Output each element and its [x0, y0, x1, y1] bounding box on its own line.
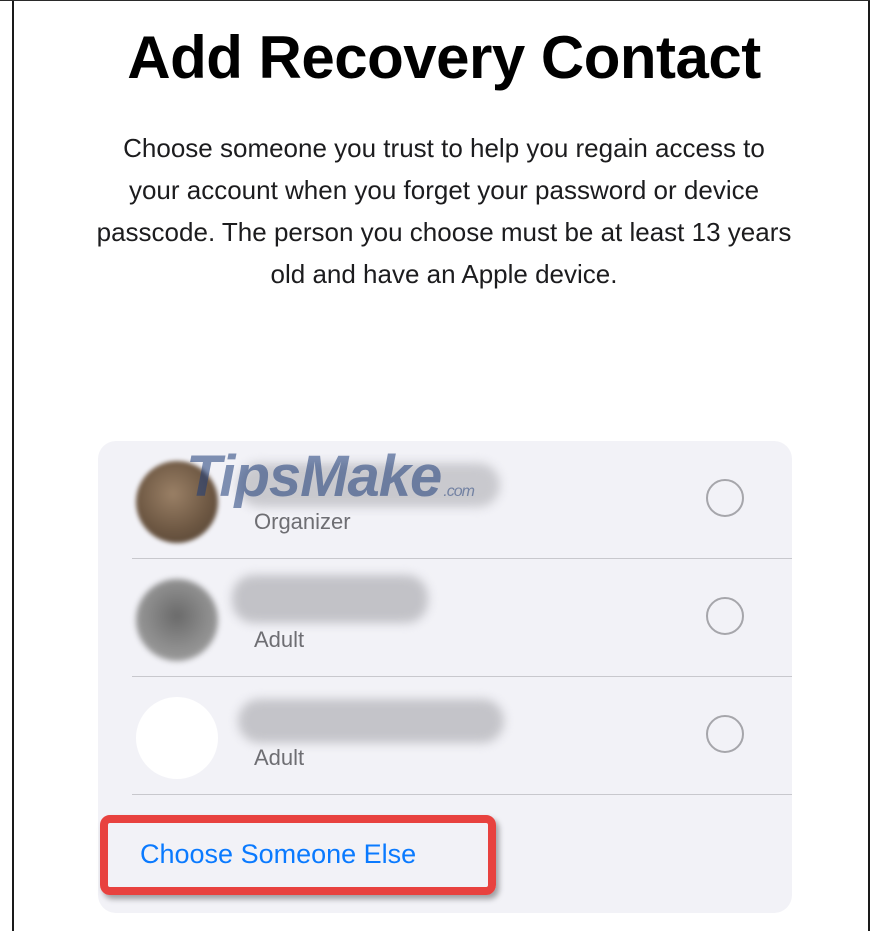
contact-role: Adult [254, 627, 305, 652]
contact-role: Organizer [254, 509, 351, 534]
radio-button[interactable] [706, 479, 744, 517]
left-border [12, 1, 14, 931]
radio-button[interactable] [706, 715, 744, 753]
contact-row-adult-2[interactable]: Adult [98, 677, 792, 795]
contact-name-redacted [238, 699, 504, 743]
screen: Add Recovery Contact Choose someone you … [0, 0, 870, 931]
avatar [136, 579, 218, 661]
contact-row-adult-1[interactable]: Adult [98, 559, 792, 677]
row-divider [132, 794, 792, 795]
page-title: Add Recovery Contact [127, 24, 761, 91]
avatar [136, 461, 218, 543]
contact-name-redacted [238, 463, 500, 507]
choose-someone-else-button[interactable]: Choose Someone Else [140, 839, 416, 870]
contact-row-organizer[interactable]: Organizer [98, 441, 792, 559]
radio-button[interactable] [706, 597, 744, 635]
avatar [136, 697, 218, 779]
contact-role: Adult [254, 745, 305, 770]
page-description: Choose someone you trust to help you reg… [96, 133, 792, 289]
contact-name-redacted [232, 575, 428, 623]
